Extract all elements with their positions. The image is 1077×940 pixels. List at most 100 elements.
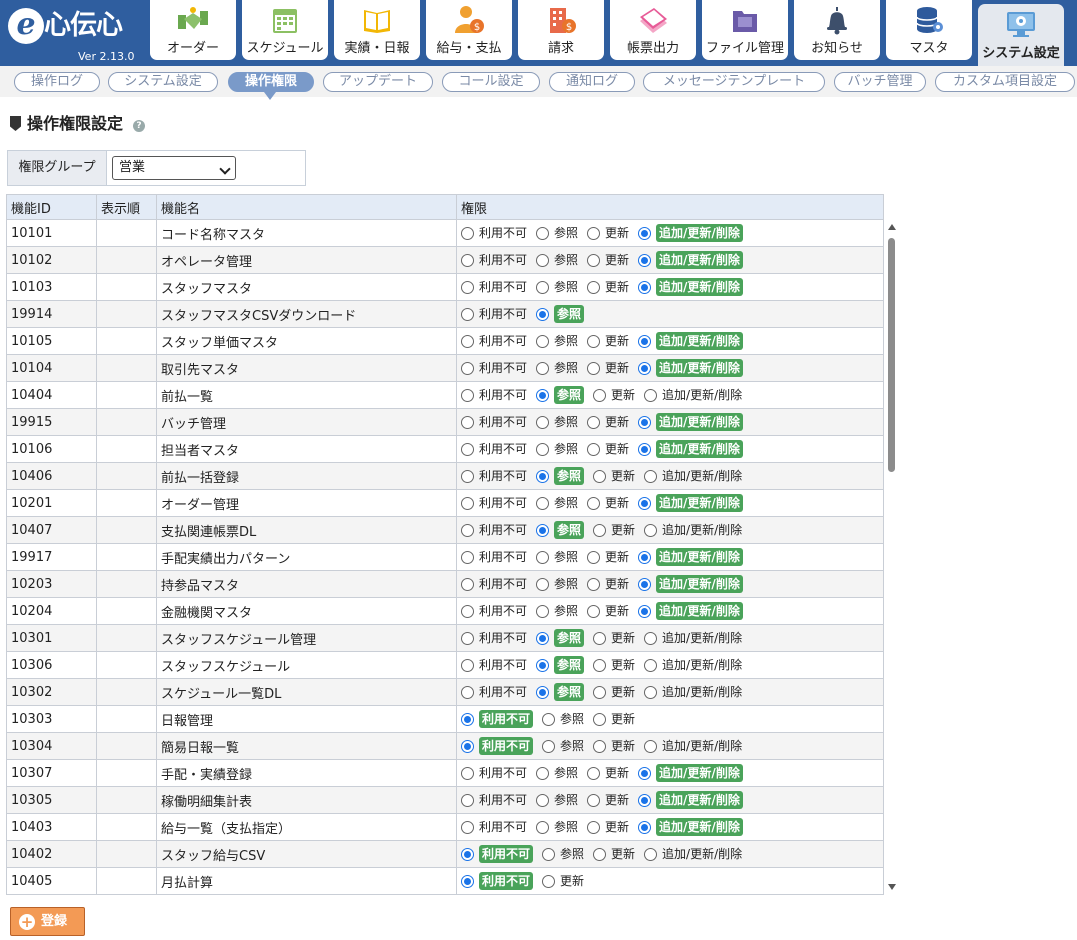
radio-button[interactable] xyxy=(536,280,550,294)
radio-button[interactable] xyxy=(587,577,601,591)
app-logo[interactable]: e 心伝心 Ver 2.13.0 xyxy=(6,6,146,63)
permission-radio-option[interactable]: 参照 xyxy=(542,709,584,729)
subtab-call-settings[interactable]: コール設定 xyxy=(442,72,540,92)
permission-radio-option[interactable]: 利用不可 xyxy=(461,682,527,702)
radio-button[interactable] xyxy=(593,847,607,861)
permission-radio-option[interactable]: 参照 xyxy=(536,304,585,324)
permission-group-select[interactable]: 営業 xyxy=(112,156,236,180)
permission-radio-option[interactable]: 更新 xyxy=(542,871,584,891)
radio-button[interactable] xyxy=(536,658,550,672)
permission-radio-option[interactable]: 利用不可 xyxy=(461,439,527,459)
permission-radio-option[interactable]: 更新 xyxy=(587,790,629,810)
permission-radio-option[interactable]: 追加/更新/削除 xyxy=(638,574,743,594)
permission-radio-option[interactable]: 参照 xyxy=(536,682,585,702)
radio-button[interactable] xyxy=(461,334,474,348)
permission-radio-option[interactable]: 更新 xyxy=(587,331,629,351)
nav-tab-schedule[interactable]: スケジュール xyxy=(242,0,328,60)
permission-radio-option[interactable]: 更新 xyxy=(587,412,629,432)
permission-radio-option[interactable]: 参照 xyxy=(536,412,578,432)
nav-tab-system-settings[interactable]: システム設定 xyxy=(978,4,1064,66)
permission-radio-option[interactable]: 利用不可 xyxy=(461,304,527,324)
radio-button[interactable] xyxy=(638,550,652,564)
permission-radio-option[interactable]: 参照 xyxy=(536,331,578,351)
permission-radio-option[interactable]: 更新 xyxy=(593,466,635,486)
permission-radio-option[interactable]: 利用不可 xyxy=(461,763,527,783)
radio-button[interactable] xyxy=(536,604,550,618)
permission-radio-option[interactable]: 参照 xyxy=(536,817,578,837)
subtab-operation-log[interactable]: 操作ログ xyxy=(14,72,100,92)
permission-radio-option[interactable]: 参照 xyxy=(536,223,578,243)
radio-button[interactable] xyxy=(644,685,658,699)
permission-radio-option[interactable]: 利用不可 xyxy=(461,493,527,513)
radio-button[interactable] xyxy=(587,415,601,429)
radio-button[interactable] xyxy=(638,361,652,375)
radio-button[interactable] xyxy=(461,631,474,645)
radio-button[interactable] xyxy=(542,847,556,861)
register-button[interactable]: + 登録 xyxy=(10,907,85,936)
permission-radio-option[interactable]: 利用不可 xyxy=(461,385,527,405)
permission-radio-option[interactable]: 参照 xyxy=(536,601,578,621)
radio-button[interactable] xyxy=(536,361,550,375)
permission-radio-option[interactable]: 追加/更新/削除 xyxy=(638,331,743,351)
radio-button[interactable] xyxy=(593,658,607,672)
permission-radio-option[interactable]: 追加/更新/削除 xyxy=(638,493,743,513)
permission-radio-option[interactable]: 利用不可 xyxy=(461,277,527,297)
radio-button[interactable] xyxy=(542,739,556,753)
radio-button[interactable] xyxy=(587,766,601,780)
radio-button[interactable] xyxy=(587,496,601,510)
permission-radio-option[interactable]: 参照 xyxy=(536,358,578,378)
permission-radio-option[interactable]: 参照 xyxy=(536,790,578,810)
radio-button[interactable] xyxy=(461,820,474,834)
permission-radio-option[interactable]: 更新 xyxy=(587,439,629,459)
radio-button[interactable] xyxy=(587,820,601,834)
permission-radio-option[interactable]: 利用不可 xyxy=(461,250,527,270)
permission-radio-option[interactable]: 参照 xyxy=(542,844,584,864)
permission-radio-option[interactable]: 追加/更新/削除 xyxy=(638,817,743,837)
permission-radio-option[interactable]: 追加/更新/削除 xyxy=(638,763,743,783)
permission-radio-option[interactable]: 更新 xyxy=(587,817,629,837)
radio-button[interactable] xyxy=(542,712,556,726)
radio-button[interactable] xyxy=(644,631,658,645)
radio-button[interactable] xyxy=(536,523,550,537)
permission-radio-option[interactable]: 利用不可 xyxy=(461,358,527,378)
nav-tab-order[interactable]: オーダー xyxy=(150,0,236,60)
permission-radio-option[interactable]: 追加/更新/削除 xyxy=(638,547,743,567)
permission-radio-option[interactable]: 更新 xyxy=(593,736,635,756)
subtab-system-settings[interactable]: システム設定 xyxy=(108,72,218,92)
radio-button[interactable] xyxy=(461,442,474,456)
permission-radio-option[interactable]: 利用不可 xyxy=(461,412,527,432)
radio-button[interactable] xyxy=(587,361,601,375)
radio-button[interactable] xyxy=(461,415,474,429)
radio-button[interactable] xyxy=(593,739,607,753)
radio-button[interactable] xyxy=(461,469,474,483)
radio-button[interactable] xyxy=(638,793,652,807)
permission-radio-option[interactable]: 利用不可 xyxy=(461,736,534,756)
permission-radio-option[interactable]: 参照 xyxy=(536,547,578,567)
permission-radio-option[interactable]: 追加/更新/削除 xyxy=(644,628,742,648)
permission-radio-option[interactable]: 参照 xyxy=(536,574,578,594)
radio-button[interactable] xyxy=(536,550,550,564)
radio-button[interactable] xyxy=(638,442,652,456)
permission-radio-option[interactable]: 更新 xyxy=(587,250,629,270)
radio-button[interactable] xyxy=(461,253,474,267)
nav-tab-files[interactable]: ファイル管理 xyxy=(702,0,788,60)
nav-tab-payroll[interactable]: $ 給与・支払 xyxy=(426,0,512,60)
radio-button[interactable] xyxy=(638,334,652,348)
permission-radio-option[interactable]: 更新 xyxy=(593,709,635,729)
permission-radio-option[interactable]: 追加/更新/削除 xyxy=(638,250,743,270)
permission-radio-option[interactable]: 追加/更新/削除 xyxy=(638,223,743,243)
radio-button[interactable] xyxy=(461,847,474,861)
radio-button[interactable] xyxy=(593,523,607,537)
permission-radio-option[interactable]: 利用不可 xyxy=(461,628,527,648)
permission-radio-option[interactable]: 利用不可 xyxy=(461,574,527,594)
permission-radio-option[interactable]: 利用不可 xyxy=(461,466,527,486)
permission-radio-option[interactable]: 参照 xyxy=(536,520,585,540)
radio-button[interactable] xyxy=(461,550,474,564)
permission-radio-option[interactable]: 参照 xyxy=(536,655,585,675)
permission-radio-option[interactable]: 追加/更新/削除 xyxy=(638,358,743,378)
permission-radio-option[interactable]: 更新 xyxy=(593,385,635,405)
permission-radio-option[interactable]: 参照 xyxy=(536,628,585,648)
subtab-update[interactable]: アップデート xyxy=(323,72,433,92)
radio-button[interactable] xyxy=(593,685,607,699)
radio-button[interactable] xyxy=(536,685,550,699)
